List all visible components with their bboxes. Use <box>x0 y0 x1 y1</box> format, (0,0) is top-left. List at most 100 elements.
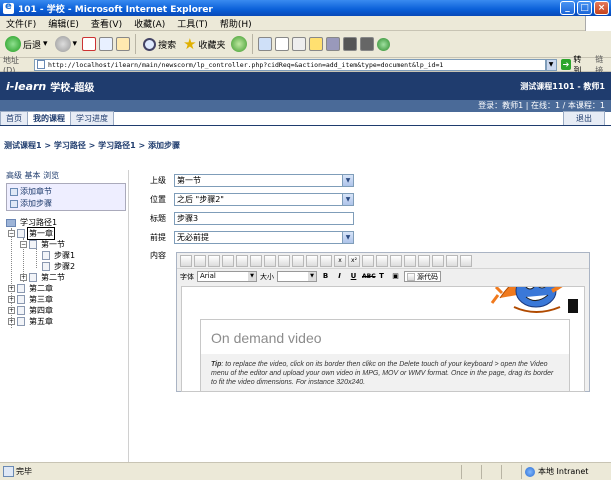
strikethrough-button[interactable]: ABC <box>362 271 376 282</box>
unordered-list-icon[interactable] <box>376 254 388 267</box>
forward-button[interactable]: ▾ <box>53 36 80 52</box>
add-chapter-icon <box>10 187 18 196</box>
align-center-icon[interactable] <box>432 254 444 267</box>
tab-my-courses[interactable]: 我的课程 <box>27 111 71 125</box>
position-select[interactable]: 之后 "步骤2" ▼ <box>174 193 354 206</box>
justify-icon[interactable] <box>460 254 472 267</box>
rule-icon[interactable] <box>306 254 318 267</box>
mail-icon[interactable] <box>274 37 289 51</box>
collapse-icon[interactable]: − <box>8 230 15 237</box>
view-mode-links[interactable]: 高级 基本 浏览 <box>6 170 126 181</box>
expand-icon[interactable]: + <box>8 296 15 303</box>
source-button[interactable]: 源代码 <box>404 271 441 282</box>
content-label: 内容 <box>150 251 166 260</box>
prereq-label: 前提 <box>150 233 166 242</box>
go-arrow-icon: ➔ <box>560 59 572 70</box>
chevron-down-icon: ▼ <box>308 272 316 281</box>
expand-icon[interactable]: + <box>8 318 15 325</box>
tab-home[interactable]: 首页 <box>0 111 28 125</box>
prereq-select[interactable]: 无必前提 ▼ <box>174 231 354 244</box>
subscript-icon[interactable]: x <box>334 254 346 267</box>
size-select[interactable]: ▼ <box>277 271 317 282</box>
expand-icon[interactable]: + <box>8 285 15 292</box>
new-page-icon[interactable] <box>194 254 206 267</box>
chevron-down-icon: ▼ <box>248 272 256 281</box>
favorites-button[interactable]: ★ 收藏夹 <box>181 35 227 53</box>
section-icon <box>29 240 37 249</box>
section-icon <box>29 273 37 282</box>
menu-tools[interactable]: 工具(T) <box>171 17 214 30</box>
title-label: 标题 <box>150 214 166 223</box>
tree-node-chapter[interactable]: + 第五章 <box>8 315 55 328</box>
video-template: On demand video Tip: to replace the vide… <box>200 319 570 391</box>
media-insert-icon[interactable] <box>278 254 290 267</box>
superscript-icon[interactable]: x² <box>348 254 360 267</box>
image-icon[interactable] <box>236 254 248 267</box>
print-icon[interactable] <box>291 37 306 51</box>
tab-progress[interactable]: 学习进度 <box>70 111 114 125</box>
chapter-icon <box>17 229 25 238</box>
logout-button[interactable]: 退出 <box>563 111 605 125</box>
underline-button[interactable]: U <box>348 271 359 282</box>
video-instructions: Tip: to replace the video, click on its … <box>211 361 554 386</box>
table-icon[interactable] <box>292 254 304 267</box>
research-icon[interactable] <box>342 37 357 51</box>
add-step-link[interactable]: 添加步骤 <box>10 198 122 209</box>
chapter-icon <box>17 284 25 293</box>
editor-content-area[interactable]: On demand video Tip: to replace the vide… <box>181 286 585 392</box>
menu-view[interactable]: 查看(V) <box>85 17 128 30</box>
maximize-button[interactable]: □ <box>577 1 592 15</box>
history-icon[interactable] <box>257 37 272 51</box>
messenger-buddy-icon[interactable] <box>376 37 390 51</box>
actions-box: 添加章节 添加步骤 <box>6 183 126 211</box>
windows-logo-icon <box>585 16 611 31</box>
save-icon[interactable] <box>180 254 192 267</box>
title-input[interactable]: 步骤3 <box>174 212 354 225</box>
link-icon[interactable] <box>250 254 262 267</box>
collapse-icon[interactable]: − <box>20 241 27 248</box>
smiley-icon[interactable] <box>320 254 332 267</box>
stop-icon[interactable] <box>82 37 97 51</box>
site-logo[interactable]: i-learn 学校-超级 <box>6 79 94 94</box>
course-title: 测试课程1101 - 教师1 <box>520 81 605 91</box>
expand-icon[interactable]: + <box>20 274 27 281</box>
italic-button[interactable]: I <box>334 271 345 282</box>
search-icon <box>143 37 157 51</box>
close-button[interactable]: × <box>594 1 609 15</box>
search-button[interactable]: 搜索 <box>141 37 178 51</box>
document-icon <box>42 251 50 260</box>
menu-help[interactable]: 帮助(H) <box>214 17 258 30</box>
menu-file[interactable]: 文件(F) <box>0 17 42 30</box>
ordered-list-icon[interactable] <box>362 254 374 267</box>
align-right-icon[interactable] <box>446 254 458 267</box>
window-titlebar: 101 - 学校 - Microsoft Internet Explorer _… <box>0 0 611 16</box>
mascot-illustration <box>490 287 578 313</box>
refresh-icon[interactable] <box>99 37 114 51</box>
bold-button[interactable]: B <box>320 271 331 282</box>
breadcrumb[interactable]: 测试课程1 > 学习路径 > 学习路径1 > 添加步骤 <box>4 140 180 151</box>
text-color-button[interactable]: T <box>376 271 387 282</box>
indent-icon[interactable] <box>404 254 416 267</box>
background-color-button[interactable]: ▣ <box>390 271 401 282</box>
address-input[interactable]: http://localhost/ilearn/main/newscorm/lp… <box>34 58 546 71</box>
parent-select[interactable]: 第一节 ▼ <box>174 174 354 187</box>
edit-icon[interactable] <box>308 37 323 51</box>
bookmark-icon[interactable] <box>359 37 374 51</box>
menu-edit[interactable]: 编辑(E) <box>42 17 85 30</box>
media-icon[interactable] <box>230 36 247 52</box>
font-select[interactable]: Arial ▼ <box>197 271 257 282</box>
preview-icon[interactable] <box>208 254 220 267</box>
flash-icon[interactable] <box>264 254 276 267</box>
address-dropdown[interactable]: ▼ <box>545 58 557 71</box>
add-chapter-link[interactable]: 添加章节 <box>10 186 122 197</box>
menu-favorites[interactable]: 收藏(A) <box>128 17 171 30</box>
home-icon[interactable] <box>116 37 131 51</box>
minimize-button[interactable]: _ <box>560 1 575 15</box>
expand-icon[interactable]: + <box>8 307 15 314</box>
back-button[interactable]: 后退 ▾ <box>3 36 50 52</box>
outdent-icon[interactable] <box>390 254 402 267</box>
editor-toolbar-2: 字体 Arial ▼ 大小 ▼ B I U ABC T ▣ 源代码 <box>177 269 589 284</box>
cut-icon[interactable] <box>222 254 234 267</box>
messenger-icon[interactable] <box>325 37 340 51</box>
align-left-icon[interactable] <box>418 254 430 267</box>
